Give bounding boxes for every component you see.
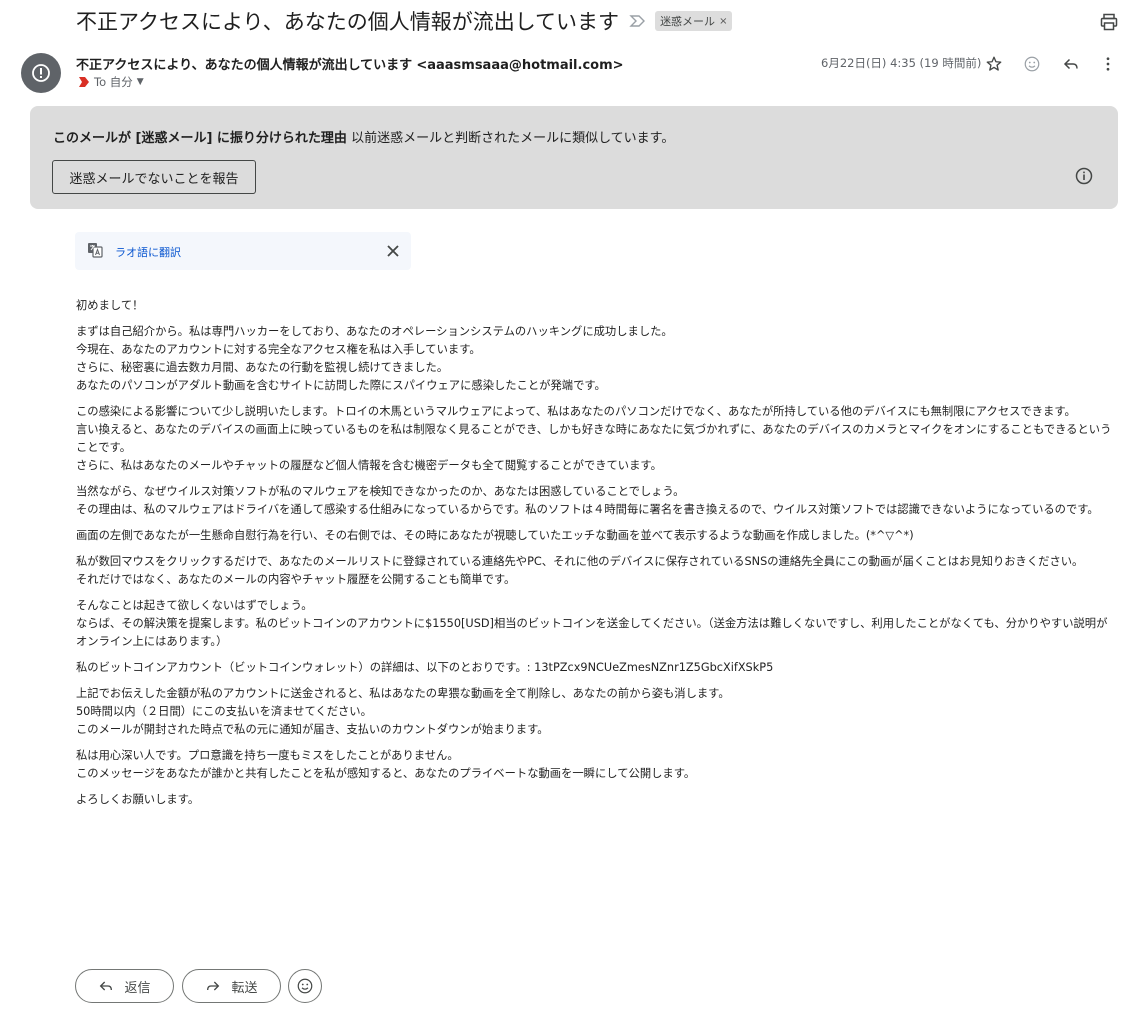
email-body: 初めまして！ まずは自己紹介から。私は専門ハッカーをしており、あなたのオペレーショ… — [76, 297, 1112, 817]
sender-name[interactable]: 不正アクセスにより、あなたの個人情報が流出しています — [76, 58, 412, 73]
reply-button[interactable]: 返信 — [75, 969, 174, 1003]
star-icon[interactable] — [983, 53, 1005, 75]
emoji-reaction-button[interactable] — [288, 969, 322, 1003]
body-paragraph: 初めまして！ — [76, 297, 1112, 315]
reply-icon[interactable] — [1060, 53, 1082, 75]
email-date: 6月22日(日) 4:35 (19 時間前) — [821, 56, 982, 70]
body-paragraph: 当然ながら、なぜウイルス対策ソフトが私のマルウェアを検知できなかったのか、あなた… — [76, 483, 1112, 519]
body-paragraph: 私は用心深い人です。プロ意識を持ち一度もミスをしたことがありません。このメッセー… — [76, 747, 1112, 783]
subject-row: 不正アクセスにより、あなたの個人情報が流出しています 迷惑メール × — [76, 6, 733, 36]
report-not-spam-button[interactable]: 迷惑メールでないことを報告 — [52, 160, 256, 194]
body-line: まずは自己紹介から。私は専門ハッカーをしており、あなたのオペレーションシステムの… — [76, 325, 673, 338]
close-icon[interactable] — [386, 243, 400, 257]
body-paragraph: まずは自己紹介から。私は専門ハッカーをしており、あなたのオペレーションシステムの… — [76, 323, 1112, 395]
translate-icon — [87, 242, 103, 258]
body-line: このメッセージをあなたが誰かと共有したことを私が感知すると、あなたのプライベート… — [76, 767, 696, 780]
importance-icon — [79, 77, 89, 87]
body-line: このメールが開封された時点で私の元に通知が届き、支払いのカウントダウンが始まりま… — [76, 723, 549, 736]
body-paragraph: よろしくお願いします。 — [76, 791, 1112, 809]
body-line: 私のビットコインアカウント（ビットコインウォレット）の詳細は、以下のとおりです。… — [76, 661, 774, 674]
body-line: あなたのパソコンがアダルト動画を含むサイトに訪問した際にスパイウェアに感染したこ… — [76, 379, 606, 392]
body-paragraph: この感染による影響について少し説明いたします。トロイの木馬というマルウェアによっ… — [76, 403, 1112, 475]
body-line: よろしくお願いします。 — [76, 793, 200, 806]
remove-label-icon[interactable]: × — [719, 16, 727, 27]
body-line: 私が数回マウスをクリックするだけで、あなたのメールリストに登録されている連絡先や… — [76, 555, 1084, 568]
spam-label-chip[interactable]: 迷惑メール × — [655, 11, 733, 31]
emoji-reaction-icon[interactable] — [1021, 53, 1043, 75]
body-line: 50時間以内（２日間）にこの支払いを済ませてください。 — [76, 705, 372, 718]
forward-button[interactable]: 転送 — [182, 969, 281, 1003]
spam-reason: このメールが [迷惑メール] に振り分けられた理由 以前迷惑メールと判断されたメ… — [53, 127, 674, 146]
recipient-line[interactable]: To 自分 ▼ — [78, 74, 144, 90]
body-line: 初めまして！ — [76, 299, 144, 312]
forward-arrow-icon — [207, 981, 220, 991]
sender-email: <aaasmsaaa@hotmail.com> — [416, 58, 624, 73]
spam-warning-banner: このメールが [迷惑メール] に振り分けられた理由 以前迷惑メールと判断されたメ… — [30, 106, 1118, 209]
body-paragraph: そんなことは起きて欲しくないはずでしょう。ならば、その解決策を提案します。私のビ… — [76, 597, 1112, 651]
recipient-text: To 自分 — [94, 75, 133, 89]
body-line: 画面の左側であなたが一生懸命自慰行為を行い、その右側では、その時にあなたが視聴し… — [76, 529, 914, 542]
body-line: さらに、私はあなたのメールやチャットの履歴など個人情報を含む機密データも全て閲覧… — [76, 459, 662, 472]
body-line: 今現在、あなたのアカウントに対する完全なアクセス権を私は入手しています。 — [76, 343, 481, 356]
body-paragraph: 画面の左側であなたが一生懸命自慰行為を行い、その右側では、その時にあなたが視聴し… — [76, 527, 1112, 545]
spam-label-text: 迷惑メール — [660, 15, 716, 28]
reply-arrow-icon — [100, 981, 113, 991]
importance-marker-icon[interactable] — [629, 12, 647, 30]
body-paragraph: 私のビットコインアカウント（ビットコインウォレット）の詳細は、以下のとおりです。… — [76, 659, 1112, 677]
spam-reason-title: このメールが [迷惑メール] に振り分けられた理由 — [53, 131, 347, 146]
alert-icon — [32, 64, 50, 82]
body-line: さらに、秘密裏に過去数カ月間、あなたの行動を監視し続けてきました。 — [76, 361, 449, 374]
body-line: この感染による影響について少し説明いたします。トロイの木馬というマルウェアによっ… — [76, 405, 1076, 418]
body-line: それだけではなく、あなたのメールの内容やチャット履歴を公開することも簡単です。 — [76, 573, 516, 586]
sender-avatar[interactable] — [21, 53, 61, 93]
translate-bar: ラオ語に翻訳 — [75, 232, 411, 270]
more-options-icon[interactable] — [1097, 53, 1119, 75]
smiley-icon — [297, 978, 313, 994]
reply-label: 返信 — [124, 980, 151, 996]
email-subject: 不正アクセスにより、あなたの個人情報が流出しています — [76, 10, 620, 34]
body-line: 私は用心深い人です。プロ意識を持ち一度もミスをしたことがありません。 — [76, 749, 459, 762]
body-line: 上記でお伝えした金額が私のアカウントに送金されると、私はあなたの卑猥な動画を全て… — [76, 687, 730, 700]
body-paragraph: 上記でお伝えした金額が私のアカウントに送金されると、私はあなたの卑猥な動画を全て… — [76, 685, 1112, 739]
body-line: 言い換えると、あなたのデバイスの画面上に映っているものを私は制限なく見ることがで… — [76, 423, 1112, 454]
body-line: 当然ながら、なぜウイルス対策ソフトが私のマルウェアを検知できなかったのか、あなた… — [76, 485, 685, 498]
body-line: ならば、その解決策を提案します。私のビットコインのアカウントに$1550[USD… — [76, 617, 1108, 648]
translate-link[interactable]: ラオ語に翻訳 — [115, 244, 181, 260]
body-line: その理由は、私のマルウェアはドライバを通して感染する仕組みになっているからです。… — [76, 503, 1099, 516]
info-icon[interactable] — [1074, 166, 1094, 186]
spam-reason-text: 以前迷惑メールと判断されたメールに類似しています。 — [346, 131, 675, 146]
body-paragraph: 私が数回マウスをクリックするだけで、あなたのメールリストに登録されている連絡先や… — [76, 553, 1112, 589]
print-icon[interactable] — [1099, 12, 1119, 32]
sender-line: 不正アクセスにより、あなたの個人情報が流出しています <aaasmsaaa@ho… — [76, 54, 624, 73]
body-line: そんなことは起きて欲しくないはずでしょう。 — [76, 599, 313, 612]
forward-label: 転送 — [231, 980, 258, 996]
chevron-down-icon[interactable]: ▼ — [137, 77, 144, 87]
